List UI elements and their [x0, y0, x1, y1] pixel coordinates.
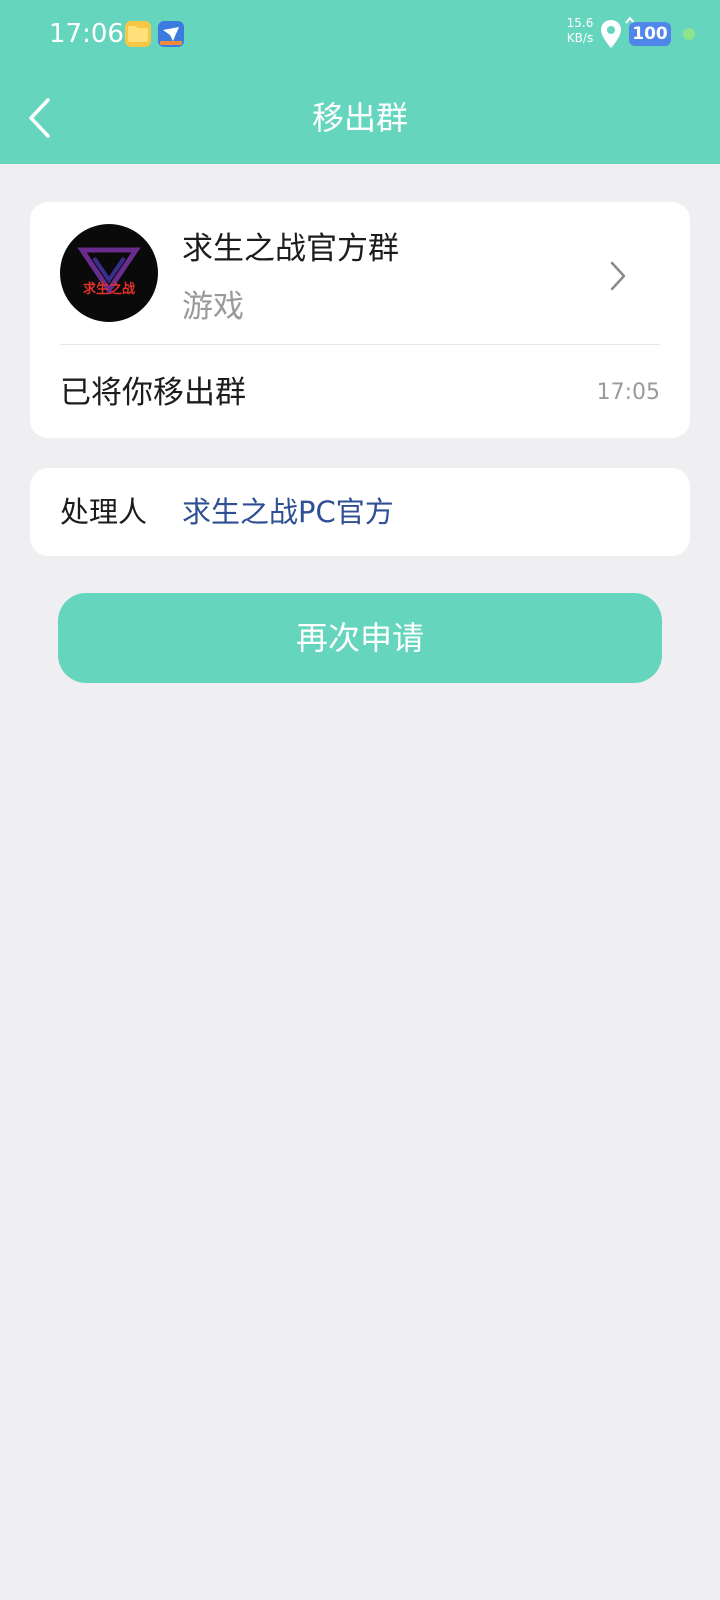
avatar-text: 求生之战	[82, 282, 135, 297]
divider	[60, 344, 660, 345]
battery-level: 100	[629, 22, 671, 46]
folder-app-icon	[125, 21, 151, 47]
plane-app-icon	[158, 21, 184, 47]
group-card[interactable]: 求生之战 求生之战官方群 游戏 已将你移出群 17:05	[30, 202, 690, 438]
handler-name-link[interactable]: 求生之战PC官方	[182, 491, 394, 533]
group-category: 游戏	[182, 289, 244, 325]
group-name: 求生之战官方群	[182, 231, 399, 267]
triangle-logo-icon	[77, 247, 141, 295]
location-icon	[601, 20, 621, 48]
notification-dot-icon	[683, 28, 695, 40]
reapply-button[interactable]: 再次申请	[58, 593, 662, 683]
group-avatar: 求生之战	[60, 224, 158, 322]
chevron-right-icon	[610, 261, 626, 291]
removal-notice: 已将你移出群	[60, 375, 246, 411]
handler-label: 处理人	[60, 495, 148, 529]
network-speed: 15.6 KB/s	[566, 16, 594, 45]
handler-card: 处理人 求生之战PC官方	[30, 468, 690, 556]
header-bar: 17:06 15.6 KB/s 100 移出群	[0, 0, 720, 164]
status-time: 17:06	[49, 19, 124, 49]
notice-time: 17:05	[596, 380, 660, 405]
page-title: 移出群	[311, 99, 408, 137]
